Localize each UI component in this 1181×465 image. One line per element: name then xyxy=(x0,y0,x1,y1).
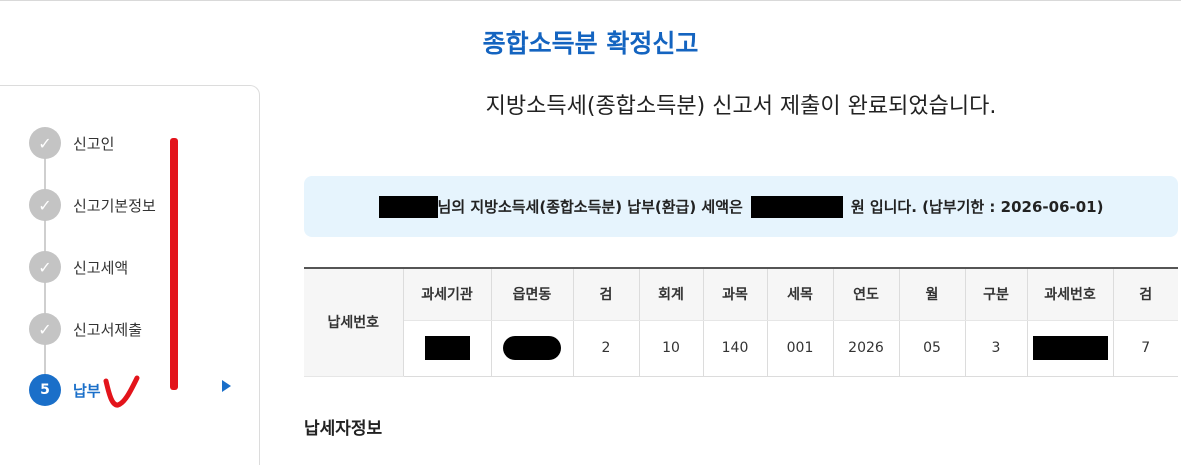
notice-text-1: 님의 지방소득세(종합소득분) 납부(환급) 세액은 xyxy=(437,198,743,216)
column-header: 과세기관 xyxy=(403,267,492,321)
tax-number-table: 납세번호 과세기관 읍면동 검 회계 과목 세목 연도 월 구분 과세번호 검 … xyxy=(304,267,1178,377)
step-item-1[interactable]: ✓ 신고인 xyxy=(29,127,114,159)
taxpayer-info-heading: 납세자정보 xyxy=(304,419,383,439)
column-header: 세목 xyxy=(767,267,834,321)
table-cell: 10 xyxy=(639,320,704,377)
step-label: 신고세액 xyxy=(73,258,129,277)
red-annotation-line xyxy=(170,138,178,390)
column-header: 읍면동 xyxy=(491,267,574,321)
step-item-2[interactable]: ✓ 신고기본정보 xyxy=(29,189,156,221)
check-icon: ✓ xyxy=(29,189,61,221)
table-cell: 001 xyxy=(767,320,834,377)
step-label-active: 납부 xyxy=(73,381,101,400)
table-row: 2 10 140 001 2026 05 3 7 xyxy=(304,320,1178,377)
column-header: 과세번호 xyxy=(1027,267,1114,321)
step-item-5[interactable]: 5 납부 xyxy=(29,374,101,406)
column-header: 검 xyxy=(573,267,640,321)
table-cell: 05 xyxy=(899,320,966,377)
step-item-4[interactable]: ✓ 신고서제출 xyxy=(29,313,142,345)
check-icon: ✓ xyxy=(29,313,61,345)
column-header: 검 xyxy=(1113,267,1178,321)
completion-message: 지방소득세(종합소득분) 신고서 제출이 완료되었습니다. xyxy=(485,94,997,119)
table-cell: 2026 xyxy=(833,320,900,377)
redacted-district xyxy=(503,336,561,360)
column-header: 과목 xyxy=(703,267,768,321)
column-header: 회계 xyxy=(639,267,704,321)
step-number-badge: 5 xyxy=(29,374,61,406)
column-header: 월 xyxy=(899,267,966,321)
redacted-amount xyxy=(750,195,843,218)
current-step-arrow-icon xyxy=(222,380,231,392)
table-cell: 7 xyxy=(1113,320,1178,377)
top-divider xyxy=(0,0,1181,1)
table-cell-redacted xyxy=(1027,320,1114,377)
page-title: 종합소득분 확정신고 xyxy=(482,29,699,58)
table-cell: 2 xyxy=(573,320,640,377)
redacted-tax-number xyxy=(1032,336,1108,360)
table-cell: 3 xyxy=(965,320,1028,377)
column-header: 구분 xyxy=(965,267,1028,321)
step-label: 신고기본정보 xyxy=(73,196,156,215)
table-cell: 140 xyxy=(703,320,768,377)
redacted-tax-office xyxy=(424,336,470,360)
table-cell-redacted xyxy=(403,320,492,377)
column-header: 연도 xyxy=(833,267,900,321)
table-cell-redacted xyxy=(491,320,574,377)
step-label: 신고서제출 xyxy=(73,320,143,339)
red-annotation-check-mark xyxy=(103,375,140,408)
check-icon: ✓ xyxy=(29,127,61,159)
step-label: 신고인 xyxy=(73,134,115,153)
check-icon: ✓ xyxy=(29,251,61,283)
redacted-name xyxy=(378,195,438,218)
step-item-3[interactable]: ✓ 신고세액 xyxy=(29,251,128,283)
tax-amount-notice: 님의 지방소득세(종합소득분) 납부(환급) 세액은 원 입니다. (납부기한 … xyxy=(304,176,1178,237)
row-header-tax-number: 납세번호 xyxy=(304,267,404,377)
notice-text-2: 원 입니다. (납부기한 : 2026-06-01) xyxy=(850,198,1104,216)
